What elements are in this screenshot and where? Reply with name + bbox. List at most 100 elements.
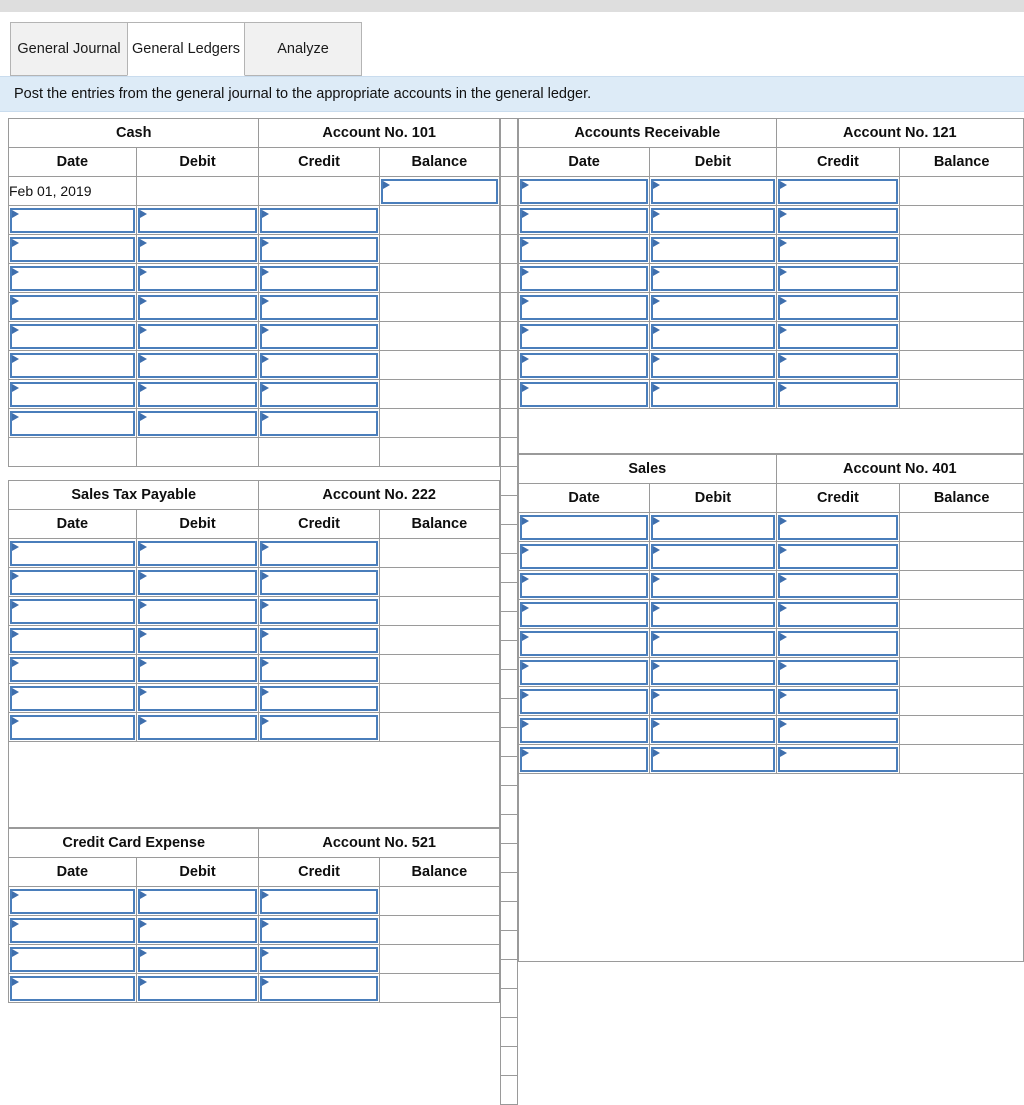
- credit-cell[interactable]: [775, 628, 901, 658]
- credit-input[interactable]: [777, 323, 899, 349]
- credit-input[interactable]: [777, 746, 899, 772]
- debit-input[interactable]: [651, 746, 775, 772]
- credit-cell[interactable]: [775, 176, 901, 206]
- credit-input[interactable]: [260, 410, 378, 436]
- debit-input[interactable]: [137, 685, 258, 711]
- date-input[interactable]: [520, 323, 649, 349]
- credit-cell[interactable]: [775, 541, 901, 571]
- date-input[interactable]: [520, 630, 649, 656]
- credit-cell[interactable]: [258, 683, 380, 713]
- debit-cell[interactable]: [135, 973, 260, 1003]
- credit-input[interactable]: [260, 656, 378, 682]
- date-input[interactable]: [520, 352, 649, 378]
- credit-cell[interactable]: [258, 538, 380, 568]
- credit-input[interactable]: [260, 888, 378, 914]
- debit-cell[interactable]: [135, 625, 260, 655]
- date-input[interactable]: [10, 323, 135, 349]
- debit-cell[interactable]: [135, 292, 260, 322]
- debit-input[interactable]: [651, 572, 775, 598]
- date-input[interactable]: [520, 601, 649, 627]
- debit-input[interactable]: [137, 540, 258, 566]
- debit-input[interactable]: [137, 294, 258, 320]
- date-cell[interactable]: [8, 596, 137, 626]
- credit-input[interactable]: [260, 207, 378, 233]
- date-cell[interactable]: [8, 350, 137, 380]
- date-cell[interactable]: [517, 350, 651, 380]
- date-cell[interactable]: [8, 973, 137, 1003]
- debit-input[interactable]: [651, 207, 775, 233]
- debit-cell[interactable]: [135, 915, 260, 945]
- credit-input[interactable]: [260, 627, 378, 653]
- date-input[interactable]: [10, 975, 135, 1001]
- credit-input[interactable]: [777, 717, 899, 743]
- debit-input[interactable]: [137, 569, 258, 595]
- credit-input[interactable]: [777, 178, 899, 204]
- credit-input[interactable]: [777, 207, 899, 233]
- credit-input[interactable]: [260, 714, 378, 740]
- date-cell[interactable]: [8, 944, 137, 974]
- tab-general-ledgers[interactable]: General Ledgers: [127, 22, 245, 76]
- date-input[interactable]: [10, 540, 135, 566]
- date-input[interactable]: [10, 685, 135, 711]
- date-input[interactable]: [10, 236, 135, 262]
- credit-input[interactable]: [777, 659, 899, 685]
- debit-input[interactable]: [651, 543, 775, 569]
- debit-cell[interactable]: [649, 570, 777, 600]
- date-cell[interactable]: [517, 657, 651, 687]
- debit-input[interactable]: [651, 323, 775, 349]
- debit-cell[interactable]: [649, 205, 777, 235]
- date-cell[interactable]: [8, 625, 137, 655]
- debit-input[interactable]: [137, 627, 258, 653]
- debit-cell[interactable]: [649, 541, 777, 571]
- debit-input[interactable]: [137, 975, 258, 1001]
- credit-cell[interactable]: [258, 205, 380, 235]
- credit-cell[interactable]: [775, 570, 901, 600]
- credit-input[interactable]: [260, 975, 378, 1001]
- debit-cell[interactable]: [135, 408, 260, 438]
- date-input[interactable]: [520, 381, 649, 407]
- debit-cell[interactable]: [649, 686, 777, 716]
- date-cell[interactable]: [8, 379, 137, 409]
- debit-input[interactable]: [137, 323, 258, 349]
- date-cell[interactable]: [517, 205, 651, 235]
- credit-cell[interactable]: [258, 625, 380, 655]
- debit-cell[interactable]: [135, 944, 260, 974]
- debit-cell[interactable]: [135, 538, 260, 568]
- date-input[interactable]: [10, 888, 135, 914]
- credit-cell[interactable]: [775, 379, 901, 409]
- date-cell[interactable]: [517, 176, 651, 206]
- date-input[interactable]: [520, 572, 649, 598]
- debit-input[interactable]: [137, 265, 258, 291]
- credit-cell[interactable]: [258, 292, 380, 322]
- credit-cell[interactable]: [258, 596, 380, 626]
- credit-cell[interactable]: [775, 234, 901, 264]
- date-input[interactable]: [520, 265, 649, 291]
- date-cell[interactable]: [517, 628, 651, 658]
- credit-cell[interactable]: [775, 599, 901, 629]
- date-input[interactable]: [10, 917, 135, 943]
- debit-cell[interactable]: [135, 321, 260, 351]
- debit-cell[interactable]: [649, 512, 777, 542]
- date-cell[interactable]: [8, 205, 137, 235]
- balance-input[interactable]: [380, 178, 498, 204]
- credit-cell[interactable]: [258, 915, 380, 945]
- debit-cell[interactable]: [649, 292, 777, 322]
- debit-cell[interactable]: [135, 712, 260, 742]
- debit-cell[interactable]: [135, 263, 260, 293]
- date-input[interactable]: [10, 410, 135, 436]
- debit-input[interactable]: [651, 514, 775, 540]
- credit-input[interactable]: [777, 543, 899, 569]
- date-input[interactable]: [10, 946, 135, 972]
- credit-cell[interactable]: [258, 712, 380, 742]
- debit-cell[interactable]: [649, 263, 777, 293]
- debit-input[interactable]: [137, 236, 258, 262]
- debit-cell[interactable]: [649, 657, 777, 687]
- date-cell[interactable]: [8, 538, 137, 568]
- debit-input[interactable]: [137, 410, 258, 436]
- date-input[interactable]: [520, 178, 649, 204]
- debit-cell[interactable]: [649, 715, 777, 745]
- date-input[interactable]: [10, 294, 135, 320]
- date-cell[interactable]: [8, 408, 137, 438]
- credit-input[interactable]: [777, 294, 899, 320]
- credit-cell[interactable]: [258, 408, 380, 438]
